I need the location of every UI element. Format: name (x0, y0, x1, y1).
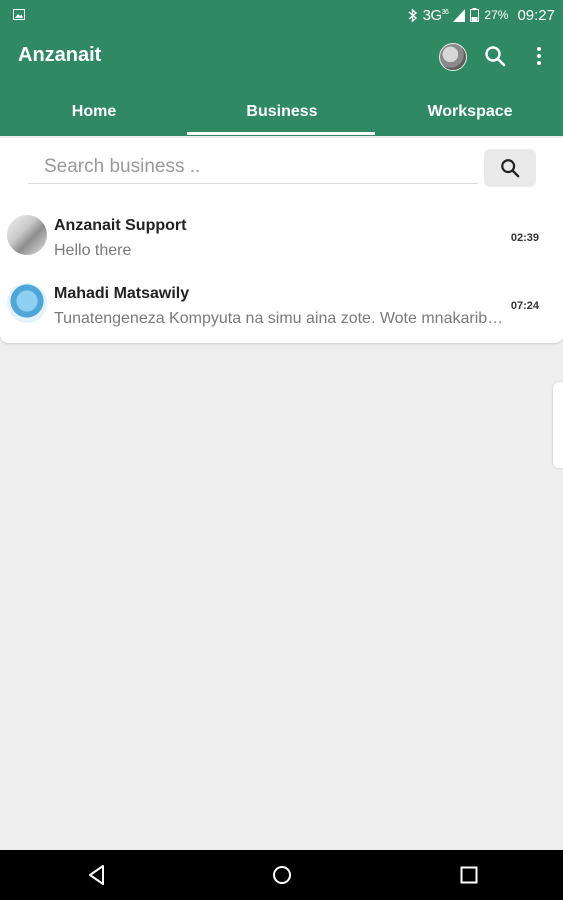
network-label: 3G36 (423, 7, 449, 24)
app-bar: Anzanait Home Business Workspace (0, 30, 563, 136)
search-button[interactable] (484, 149, 536, 187)
status-right: 3G36 27% 09:27 (408, 0, 555, 30)
back-icon[interactable] (86, 864, 108, 886)
more-vert-icon[interactable] (530, 45, 548, 67)
navigation-bar (0, 850, 563, 900)
network-type: 3G (422, 6, 443, 24)
status-bar: 3G36 27% 09:27 (0, 0, 563, 30)
chat-preview: Hello there (54, 242, 132, 259)
chat-row[interactable]: Anzanait Support Hello there 02:39 (0, 210, 563, 278)
chat-preview: Tunatengeneza Kompyuta na simu aina zote… (54, 310, 504, 327)
chat-name: Mahadi Matsawily (54, 285, 190, 302)
app-title: Anzanait (18, 44, 102, 66)
signal-icon (453, 8, 466, 22)
search-input[interactable]: Search business .. (28, 150, 478, 184)
battery-level: 27% (484, 8, 509, 22)
tab-indicator (187, 132, 375, 135)
chat-row[interactable]: Mahadi Matsawily Tunatengeneza Kompyuta … (0, 278, 563, 346)
avatar (7, 215, 47, 255)
clock: 09:27 (517, 6, 555, 24)
image-icon (13, 9, 25, 20)
business-list-card: Search business .. Anzanait Support Hell… (0, 138, 563, 343)
home-icon[interactable] (271, 864, 293, 886)
search-icon (501, 159, 520, 178)
edge-handle[interactable] (553, 382, 563, 468)
tab-business[interactable]: Business (188, 92, 376, 132)
chat-name: Anzanait Support (54, 217, 187, 234)
bluetooth-icon (408, 7, 417, 23)
profile-avatar[interactable] (439, 43, 467, 71)
tab-workspace[interactable]: Workspace (376, 92, 563, 132)
chat-time: 02:39 (510, 232, 539, 244)
search-icon[interactable] (484, 45, 506, 67)
battery-icon (470, 8, 480, 22)
network-sup: 36 (441, 8, 449, 16)
avatar (7, 283, 47, 323)
recents-icon[interactable] (458, 864, 480, 886)
chat-time: 07:24 (510, 300, 539, 312)
tab-home[interactable]: Home (0, 92, 188, 132)
